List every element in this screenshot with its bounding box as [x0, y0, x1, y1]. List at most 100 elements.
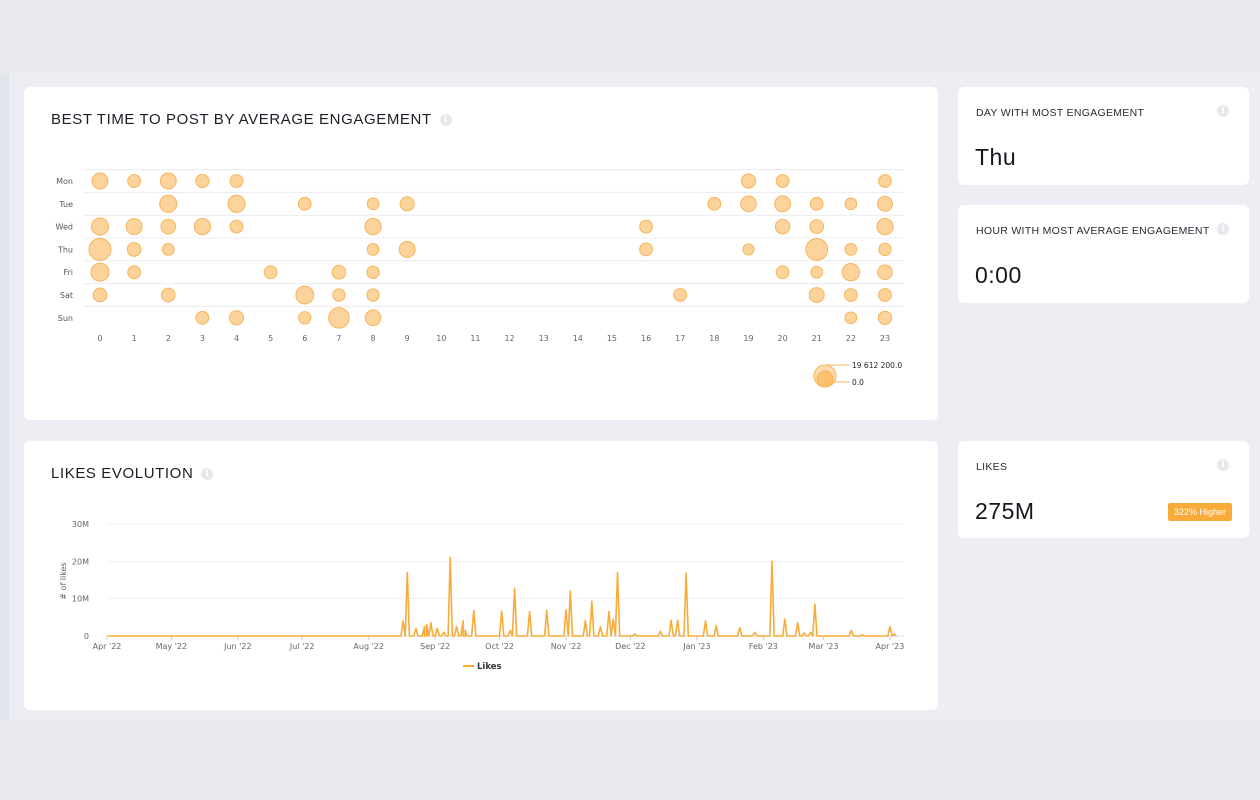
likes-data-point	[500, 610, 503, 612]
x-tick-label: 10	[436, 334, 446, 343]
y-tick-label: 10M	[72, 595, 89, 604]
likes-data-point	[704, 620, 707, 622]
bubble-point	[295, 285, 315, 305]
x-tick-label: 16	[641, 334, 651, 343]
x-tick-label: 8	[370, 334, 375, 343]
likes-data-point	[771, 560, 773, 563]
x-tick-label: 23	[880, 334, 890, 343]
info-icon[interactable]: i	[1217, 459, 1229, 471]
likes-data-point	[443, 631, 445, 634]
likes-data-point	[796, 622, 799, 624]
likes-data-point	[739, 627, 741, 629]
likes-data-point	[685, 572, 687, 575]
bubble-point	[331, 264, 347, 280]
bubble-point	[88, 237, 112, 261]
bubble-point	[127, 174, 142, 188]
bubble-point	[229, 219, 244, 234]
likes-series-line	[107, 556, 897, 637]
likes-data-point	[584, 620, 587, 622]
bubble-point	[809, 196, 824, 211]
bubble-point	[90, 217, 110, 236]
bubble-point	[159, 172, 177, 190]
likes-data-point	[449, 556, 452, 559]
x-tick-label: Jul '22	[289, 642, 315, 651]
day-stat-card: DAY WITH MOST ENGAGEMENT i Thu	[958, 87, 1249, 185]
hour-stat-label: HOUR WITH MOST AVERAGE ENGAGEMENT	[976, 225, 1210, 237]
likes-data-point	[402, 620, 404, 622]
x-tick-label: 13	[539, 334, 549, 343]
info-icon[interactable]: i	[1217, 223, 1229, 235]
y-tick-label: Sat	[60, 291, 73, 300]
bubble-point	[229, 174, 244, 188]
bubble-point	[161, 243, 175, 256]
bubble-point	[843, 288, 858, 302]
size-legend-min-label: 0.0	[852, 378, 864, 387]
y-tick-label: Sun	[58, 314, 73, 323]
bubble-point	[366, 197, 380, 211]
likes-data-point	[809, 631, 812, 634]
bubble-point	[90, 262, 110, 282]
bubble-point	[160, 287, 176, 303]
likes-data-point	[509, 629, 512, 632]
day-stat-label: DAY WITH MOST ENGAGEMENT	[976, 107, 1145, 119]
bubble-point	[808, 287, 825, 303]
likes-data-point	[633, 633, 636, 635]
x-tick-label: 1	[132, 334, 137, 343]
bubble-point	[740, 195, 757, 213]
likes-data-point	[814, 603, 816, 606]
bubble-point	[877, 264, 893, 280]
bubble-point	[707, 196, 722, 211]
x-tick-label: Apr '23	[876, 642, 905, 651]
y-tick-label: Wed	[56, 223, 73, 232]
likes-stat-card: LIKES i 275M 322% Higher	[958, 441, 1249, 538]
likes-data-point	[599, 625, 602, 628]
likes-data-point	[565, 609, 567, 611]
y-tick-label: Mon	[56, 177, 73, 186]
left-edge-strip	[0, 73, 9, 720]
x-tick-label: 9	[405, 334, 410, 343]
size-legend-max-label: 19 612 200.0	[852, 361, 902, 370]
bubble-point	[740, 173, 757, 189]
bubble-point	[298, 311, 312, 325]
bubble-point	[127, 265, 142, 280]
bubble-point	[399, 196, 415, 212]
bubble-point	[878, 174, 892, 188]
day-stat-value: Thu	[975, 144, 1017, 170]
x-tick-label: 18	[709, 334, 719, 343]
x-tick-label: Sep '22	[420, 642, 450, 651]
bubble-point	[364, 309, 382, 327]
x-tick-label: Jun '22	[223, 642, 251, 651]
x-tick-label: 14	[573, 334, 583, 343]
x-tick-label: 7	[336, 334, 341, 343]
bubble-point	[742, 243, 755, 256]
likes-data-point	[569, 590, 572, 592]
hour-stat-value: 0:00	[975, 262, 1022, 288]
info-icon[interactable]: i	[1217, 105, 1229, 117]
likes-data-point	[608, 610, 610, 613]
bubble-point	[639, 242, 653, 257]
x-tick-label: 15	[607, 334, 617, 343]
bubble-point	[805, 238, 829, 261]
likes-stat-value: 275M	[975, 498, 1035, 524]
bubble-point	[263, 265, 278, 280]
x-tick-label: 20	[778, 334, 788, 343]
bubble-point	[877, 310, 893, 325]
bubble-point	[227, 194, 246, 213]
likes-data-point	[784, 618, 786, 620]
likes-data-point	[513, 587, 516, 589]
likes-line-chart: 0 10M 20M 30M # of likes Apr '22 May '22 Jun '2…	[59, 520, 905, 672]
bubble-point	[877, 195, 893, 212]
bubble-point	[195, 310, 210, 325]
bubble-point	[810, 265, 824, 279]
x-tick-label: 3	[200, 334, 205, 343]
likes-data-point	[436, 627, 439, 630]
likes-data-point	[670, 619, 672, 622]
bubble-point	[878, 242, 892, 257]
bubble-point	[878, 288, 892, 302]
bubble-point	[673, 288, 688, 302]
bubble-point	[366, 288, 380, 302]
bubble-point	[844, 243, 858, 256]
y-tick-label: 0	[84, 632, 89, 641]
y-tick-label: Fri	[63, 268, 73, 277]
x-tick-label: 12	[504, 334, 514, 343]
